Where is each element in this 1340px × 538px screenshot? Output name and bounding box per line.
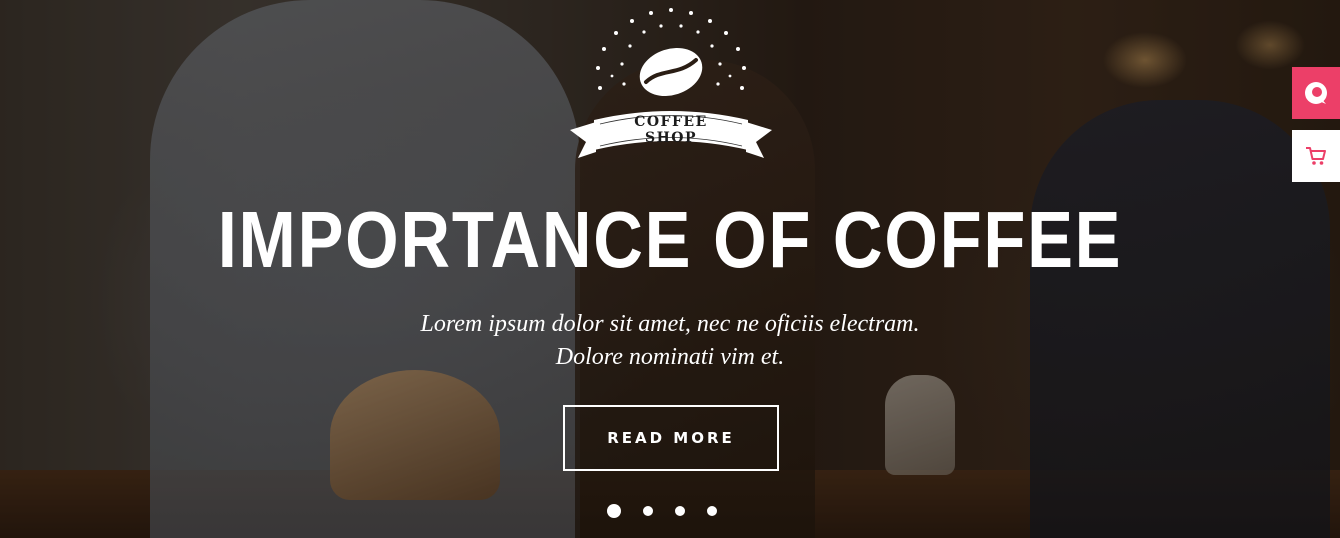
brand-side-button[interactable] [1292,67,1340,119]
hero-subtitle-line-2: Dolore nominati vim et. [555,344,785,370]
coffee-shop-logo: COFFEE SHOP [566,2,776,167]
hero-subtitle: Lorem ipsum dolor sit amet, nec ne ofici… [0,308,1340,374]
cart-icon [1306,147,1326,165]
hero-title: IMPORTANCE OF COFFEE [217,195,1123,284]
slider-dot-3[interactable] [675,506,685,516]
slider-pagination [607,503,717,519]
slider-dot-1[interactable] [607,504,621,518]
slider-dot-2[interactable] [643,506,653,516]
logo-text: COFFEE SHOP [634,114,708,146]
read-more-button[interactable]: READ MORE [563,405,779,471]
hero-subtitle-line-1: Lorem ipsum dolor sit amet, nec ne ofici… [420,311,920,337]
hero-slider: COFFEE SHOP IMPORTANCE OF COFFEE Lorem i… [0,0,1340,538]
brand-logo-icon [1305,82,1327,104]
slider-dot-4[interactable] [707,506,717,516]
cart-side-button[interactable] [1292,130,1340,182]
